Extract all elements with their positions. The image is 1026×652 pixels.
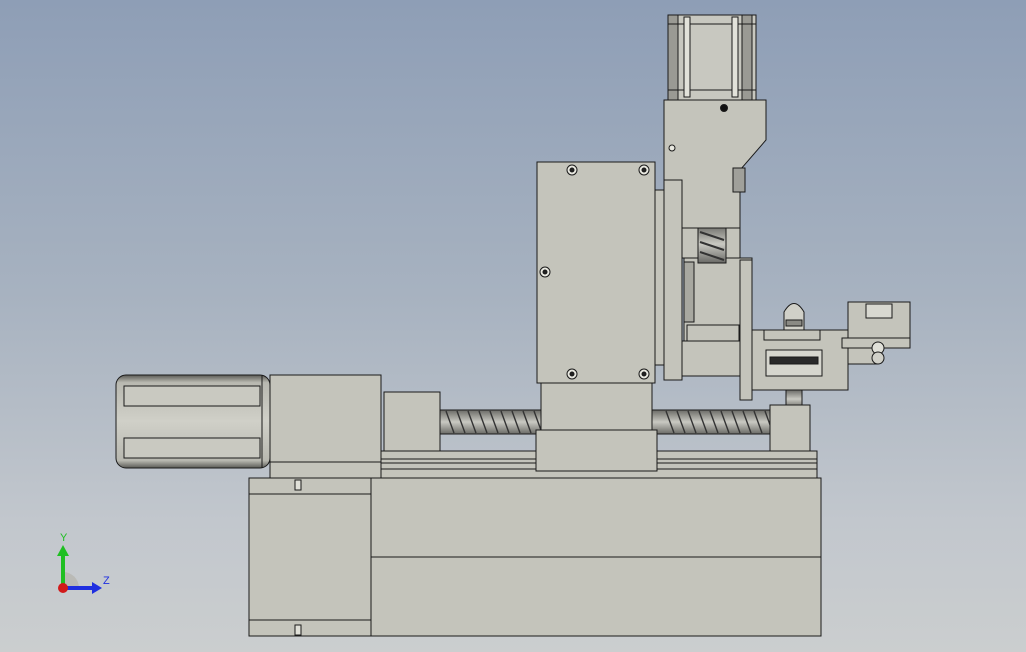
z-axis-plate[interactable] [536,161,665,384]
bearing-block-left[interactable] [383,391,441,452]
bearing-block-right[interactable] [769,404,811,452]
spindle-head[interactable] [739,259,849,401]
drive-motor[interactable] [115,374,382,479]
y-axis-label: Y [60,532,68,544]
z-axis-label: Z [103,575,110,587]
cad-graphics-viewport[interactable]: Y Z [0,0,1026,652]
z-lead-screw[interactable] [697,224,727,264]
sensor-bracket[interactable] [841,301,911,365]
z-stepper-motor[interactable] [667,14,757,101]
cnc-linear-stage-model[interactable] [0,0,1026,652]
carriage[interactable] [535,381,658,472]
coordinate-triad [57,545,102,594]
base-block[interactable] [248,477,822,637]
